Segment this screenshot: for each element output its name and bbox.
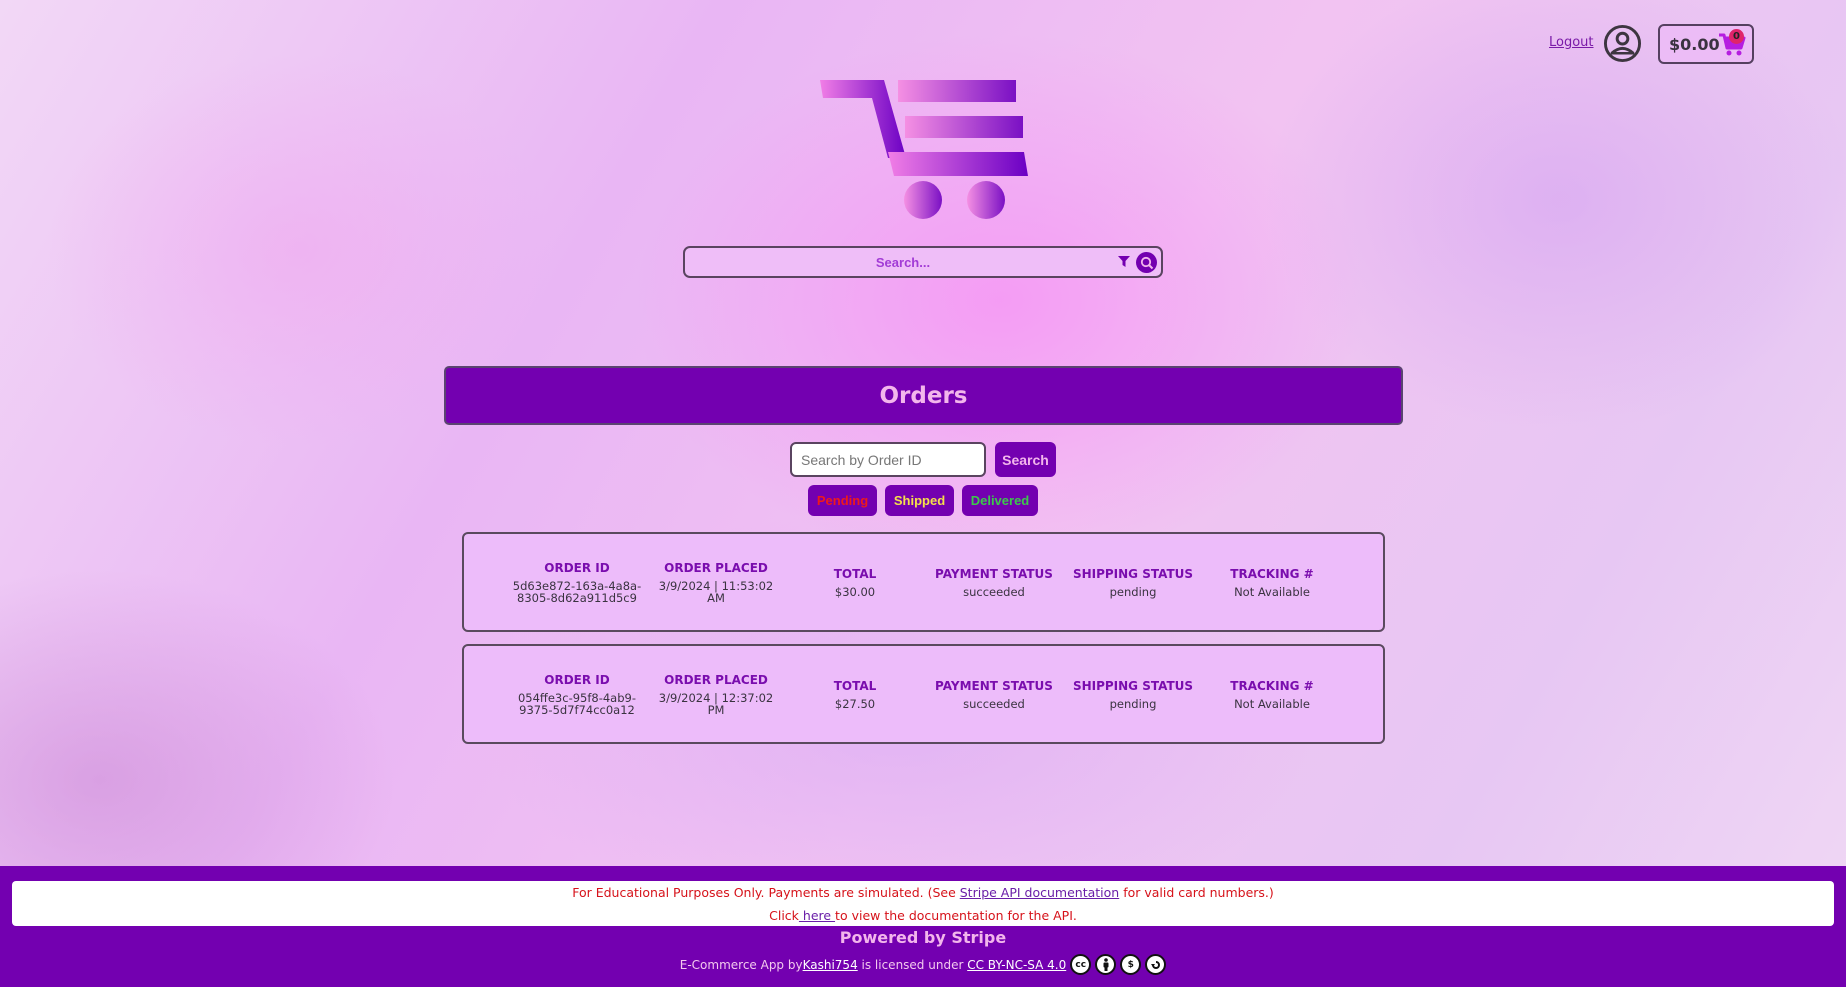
product-search-input[interactable] <box>685 248 1161 276</box>
tracking-field: TRACKING # Not Available <box>1207 679 1337 710</box>
notice-text: to view the documentation for the API. <box>835 908 1077 923</box>
tracking-label: TRACKING # <box>1230 679 1314 693</box>
order-card[interactable]: ORDER ID 054ffe3c-95f8-4ab9-9375-5d7f74c… <box>462 644 1385 744</box>
tracking-field: TRACKING # Not Available <box>1207 567 1337 598</box>
notice-line-1: For Educational Purposes Only. Payments … <box>12 881 1834 904</box>
order-placed-value: 3/9/2024 | 11:53:02 AM <box>658 579 774 605</box>
product-search-bar <box>683 246 1163 278</box>
total-label: TOTAL <box>833 679 877 693</box>
shipping-status-field: SHIPPING STATUS pending <box>1068 567 1198 598</box>
order-id-value: 054ffe3c-95f8-4ab9-9375-5d7f74cc0a12 <box>517 691 636 717</box>
notice-line-2: Click here to view the documentation for… <box>12 904 1834 927</box>
payment-status-field: PAYMENT STATUS succeeded <box>929 679 1059 710</box>
order-id-value: 5d63e872-163a-4a8a-8305-8d62a911d5c9 <box>512 579 642 605</box>
notice-text: Click <box>769 908 799 923</box>
filter-shipped-button[interactable]: Shipped <box>885 485 954 516</box>
stripe-docs-link[interactable]: Stripe API documentation <box>960 885 1119 900</box>
total-field: TOTAL $30.00 <box>790 567 920 598</box>
total-value: $30.00 <box>834 585 876 599</box>
sa-icon <box>1145 954 1167 975</box>
order-placed-label: ORDER PLACED <box>664 561 768 575</box>
user-profile-icon[interactable] <box>1603 24 1642 63</box>
cc-icons: cc $ <box>1070 954 1167 975</box>
license-text: E-Commerce App by <box>679 957 803 972</box>
educational-notice: For Educational Purposes Only. Payments … <box>12 881 1834 926</box>
order-placed-value: 3/9/2024 | 12:37:02 PM <box>658 691 774 717</box>
footer: For Educational Purposes Only. Payments … <box>0 866 1846 987</box>
license-line: E-Commerce App by Kashi754 is licensed u… <box>0 954 1846 975</box>
search-button[interactable] <box>1136 252 1157 273</box>
order-placed-field: ORDER PLACED 3/9/2024 | 11:53:02 AM <box>651 561 781 604</box>
order-card[interactable]: ORDER ID 5d63e872-163a-4a8a-8305-8d62a91… <box>462 532 1385 632</box>
order-id-field: ORDER ID 5d63e872-163a-4a8a-8305-8d62a91… <box>512 561 642 604</box>
shipping-status-value: pending <box>1109 585 1157 599</box>
payment-status-field: PAYMENT STATUS succeeded <box>929 567 1059 598</box>
shipping-status-label: SHIPPING STATUS <box>1072 567 1194 581</box>
store-logo[interactable] <box>818 78 1030 223</box>
license-link[interactable]: CC BY-NC-SA 4.0 <box>967 958 1066 972</box>
payment-status-value: succeeded <box>963 697 1025 711</box>
payment-status-value: succeeded <box>963 585 1025 599</box>
orders-header: Orders <box>444 366 1403 425</box>
powered-by-stripe: Powered by Stripe <box>839 928 1007 947</box>
total-field: TOTAL $27.50 <box>790 679 920 710</box>
total-value: $27.50 <box>834 697 876 711</box>
order-id-field: ORDER ID 054ffe3c-95f8-4ab9-9375-5d7f74c… <box>512 673 642 716</box>
logout-link[interactable]: Logout <box>1549 35 1594 50</box>
page-title: Orders <box>879 382 968 409</box>
order-placed-field: ORDER PLACED 3/9/2024 | 12:37:02 PM <box>651 673 781 716</box>
filter-icon[interactable] <box>1118 256 1130 267</box>
cart-total: $0.00 <box>1669 34 1720 54</box>
author-link[interactable]: Kashi754 <box>803 958 858 972</box>
tracking-value: Not Available <box>1234 697 1310 711</box>
order-id-label: ORDER ID <box>544 561 610 575</box>
shipping-status-label: SHIPPING STATUS <box>1072 679 1194 693</box>
nc-icon: $ <box>1120 954 1142 975</box>
order-id-label: ORDER ID <box>544 673 610 687</box>
payment-status-label: PAYMENT STATUS <box>935 679 1053 693</box>
filter-pending-button[interactable]: Pending <box>808 485 877 516</box>
cart-button[interactable]: $0.00 0 <box>1658 24 1754 64</box>
cart-count-badge: 0 <box>1729 29 1744 44</box>
shipping-status-field: SHIPPING STATUS pending <box>1068 679 1198 710</box>
tracking-label: TRACKING # <box>1230 567 1314 581</box>
order-placed-label: ORDER PLACED <box>664 673 768 687</box>
notice-text: for valid card numbers.) <box>1119 885 1274 900</box>
cc-icon: cc <box>1070 954 1092 975</box>
shipping-status-value: pending <box>1109 697 1157 711</box>
by-icon <box>1095 954 1117 975</box>
total-label: TOTAL <box>833 567 877 581</box>
order-search-button[interactable]: Search <box>995 442 1056 477</box>
notice-text: For Educational Purposes Only. Payments … <box>572 885 960 900</box>
payment-status-label: PAYMENT STATUS <box>935 567 1053 581</box>
api-docs-link[interactable]: here <box>799 908 835 923</box>
order-id-search-input[interactable] <box>790 442 986 477</box>
tracking-value: Not Available <box>1234 585 1310 599</box>
search-icon <box>1140 256 1153 269</box>
filter-delivered-button[interactable]: Delivered <box>962 485 1038 516</box>
license-text: is licensed under <box>857 957 968 972</box>
